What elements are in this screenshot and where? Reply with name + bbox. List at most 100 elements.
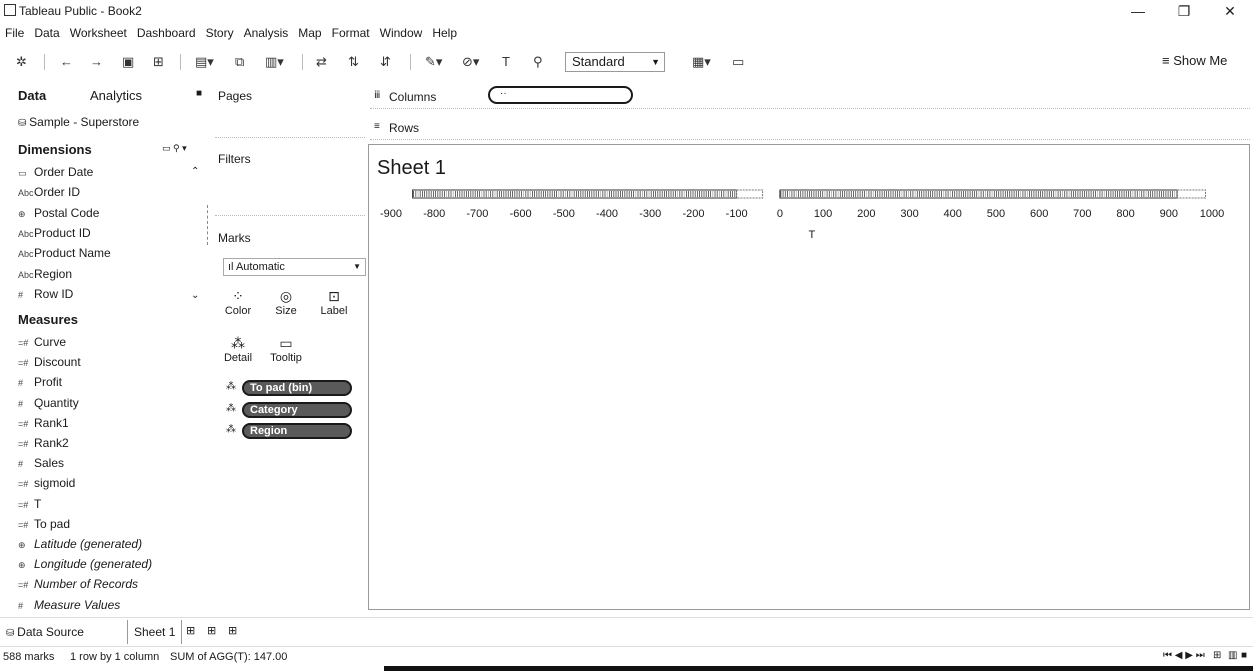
size-button[interactable]: ◎ Size (268, 287, 304, 317)
group-icon[interactable]: ⊘▾ (462, 53, 479, 71)
field-name: Row ID (34, 286, 74, 301)
detail-icon: ⁂ (231, 335, 245, 351)
field-item[interactable]: =# To pad (18, 515, 70, 533)
scroll-down-icon[interactable]: ⌄ (191, 290, 199, 301)
pane-menu-icon[interactable]: ■ (196, 88, 202, 99)
color-label: Color (224, 305, 252, 317)
presentation-icon[interactable]: ▭ (732, 53, 744, 71)
field-name: Order ID (34, 185, 81, 200)
film-strip-icon[interactable]: ▥ (1228, 650, 1237, 661)
calc-number-icon: =# (18, 338, 29, 348)
tab-sheet-1[interactable]: Sheet 1 (127, 620, 183, 644)
field-item[interactable]: =# Rank2 (18, 434, 69, 452)
field-item[interactable]: AbcProduct Name (18, 244, 111, 262)
status-rows-cols: 1 row by 1 column (70, 651, 160, 663)
swap-icon[interactable]: ⇄ (316, 53, 327, 71)
restore-button[interactable]: ❐ (1169, 2, 1199, 20)
marks-pill[interactable]: Region (242, 423, 352, 439)
minimize-button[interactable]: — (1123, 2, 1153, 20)
clear-sheet-icon[interactable]: ▥▾ (265, 53, 284, 71)
tab-view-icon[interactable]: ■ (1241, 650, 1247, 661)
tab-data[interactable]: Data (18, 88, 46, 103)
menu-worksheet[interactable]: Worksheet (65, 24, 132, 42)
menu-file[interactable]: File (0, 24, 29, 42)
new-worksheet-icon[interactable]: ⊞ (186, 624, 195, 637)
new-story-icon[interactable]: ⊞ (228, 624, 237, 637)
field-item[interactable]: # Row ID (18, 285, 73, 303)
axis-tick-label: 500 (986, 208, 1006, 220)
scrollbar[interactable] (200, 205, 208, 245)
field-item[interactable]: =# Rank1 (18, 414, 69, 432)
duplicate-sheet-icon[interactable]: ⧉ (235, 53, 244, 71)
axis-tick-label: -900 (379, 208, 403, 220)
new-worksheet-icon[interactable]: ▤▾ (195, 53, 214, 71)
number-icon: # (18, 459, 24, 470)
window-title: Tableau Public - Book2 (19, 4, 142, 18)
field-item[interactable]: # Profit (18, 373, 62, 391)
menu-data[interactable]: Data (29, 24, 64, 42)
menu-map[interactable]: Map (293, 24, 326, 42)
menu-story[interactable]: Story (201, 24, 239, 42)
tableau-logo-icon[interactable]: ✲ (16, 53, 27, 71)
field-item[interactable]: ⊕ Postal Code (18, 204, 99, 222)
field-item[interactable]: AbcOrder ID (18, 183, 80, 201)
marks-pill[interactable]: To pad (bin) (242, 380, 352, 396)
field-item[interactable]: # Measure Values (18, 596, 120, 614)
save-icon[interactable]: ▣ (122, 53, 134, 71)
dimension-tools-icon[interactable]: ▭ ⚲ ▾ (162, 143, 187, 154)
undo-icon[interactable]: ← (60, 53, 73, 71)
new-dashboard-icon[interactable]: ⊞ (207, 624, 216, 637)
field-item[interactable]: ⊕ Latitude (generated) (18, 535, 142, 553)
sheet-sorter-icon[interactable]: ⊞ (1213, 650, 1221, 661)
fit-dropdown[interactable]: Standard ▼ (565, 52, 665, 72)
field-item[interactable]: =# Curve (18, 333, 66, 351)
menu-analysis[interactable]: Analysis (239, 24, 294, 42)
rows-shelf[interactable]: ≡ Rows (370, 117, 1250, 139)
view-canvas[interactable]: Sheet 1 -900 -800 -700 -600 -500 -400 -300 -200… (368, 144, 1250, 610)
field-name: Number of Records (34, 577, 139, 592)
mark-type-dropdown[interactable]: ıl Automatic ▼ (223, 258, 366, 276)
field-item[interactable]: # Quantity (18, 394, 79, 412)
datasource-item[interactable]: ⛁ Sample - Superstore (18, 115, 139, 129)
tab-data-source[interactable]: ⛁ Data Source (0, 620, 120, 644)
chart-options-icon[interactable]: ▦▾ (692, 53, 711, 71)
pin-icon[interactable]: ⚲ (533, 53, 543, 71)
field-item[interactable]: =# sigmoid (18, 474, 75, 492)
detail-button[interactable]: ⁂ Detail (220, 334, 256, 364)
show-me-icon: ≡ (1162, 53, 1174, 68)
color-button[interactable]: ⁘ Color (220, 287, 256, 317)
field-item[interactable]: ▭ Order Date (18, 163, 93, 181)
field-item[interactable]: =# T (18, 495, 41, 513)
label-button[interactable]: ⊡ Label (316, 287, 352, 317)
calc-number-icon: =# (18, 499, 29, 510)
card-divider (215, 215, 365, 216)
scroll-up-icon[interactable]: ⌃ (191, 166, 199, 177)
show-me-button[interactable]: ≡ Show Me (1162, 53, 1227, 68)
tab-analytics[interactable]: Analytics (90, 88, 142, 103)
menu-format[interactable]: Format (327, 24, 375, 42)
sheet-nav-icons[interactable]: ⏮ ◀ ▶ ⏭ (1163, 650, 1205, 661)
axis-tick-label: 700 (1073, 208, 1092, 220)
tooltip-button[interactable]: ▭ Tooltip (268, 334, 304, 364)
marks-pill[interactable]: Category (242, 402, 352, 418)
field-item[interactable]: AbcProduct ID (18, 224, 91, 242)
menu-dashboard[interactable]: Dashboard (132, 24, 201, 42)
sort-ascending-icon[interactable]: ⇅ (348, 53, 359, 71)
menu-help[interactable]: Help (427, 24, 462, 42)
columns-pill[interactable]: ·· (488, 86, 633, 104)
field-item[interactable]: =# Number of Records (18, 575, 138, 593)
highlight-icon[interactable]: ✎▾ (425, 53, 442, 71)
field-item[interactable]: ⊕ Longitude (generated) (18, 555, 152, 573)
redo-icon[interactable]: → (90, 53, 103, 71)
field-item[interactable]: AbcRegion (18, 265, 72, 283)
close-button[interactable]: ✕ (1215, 2, 1245, 20)
field-item[interactable]: # Sales (18, 454, 64, 472)
axis-title[interactable]: T (809, 229, 816, 241)
new-data-source-icon[interactable]: ⊞ (153, 53, 164, 71)
field-name: T (34, 496, 42, 511)
sort-descending-icon[interactable]: ⇵ (380, 53, 391, 71)
labels-icon[interactable]: T (502, 53, 510, 71)
size-label: Size (275, 305, 297, 317)
field-item[interactable]: =# Discount (18, 353, 81, 371)
menu-window[interactable]: Window (375, 24, 428, 42)
